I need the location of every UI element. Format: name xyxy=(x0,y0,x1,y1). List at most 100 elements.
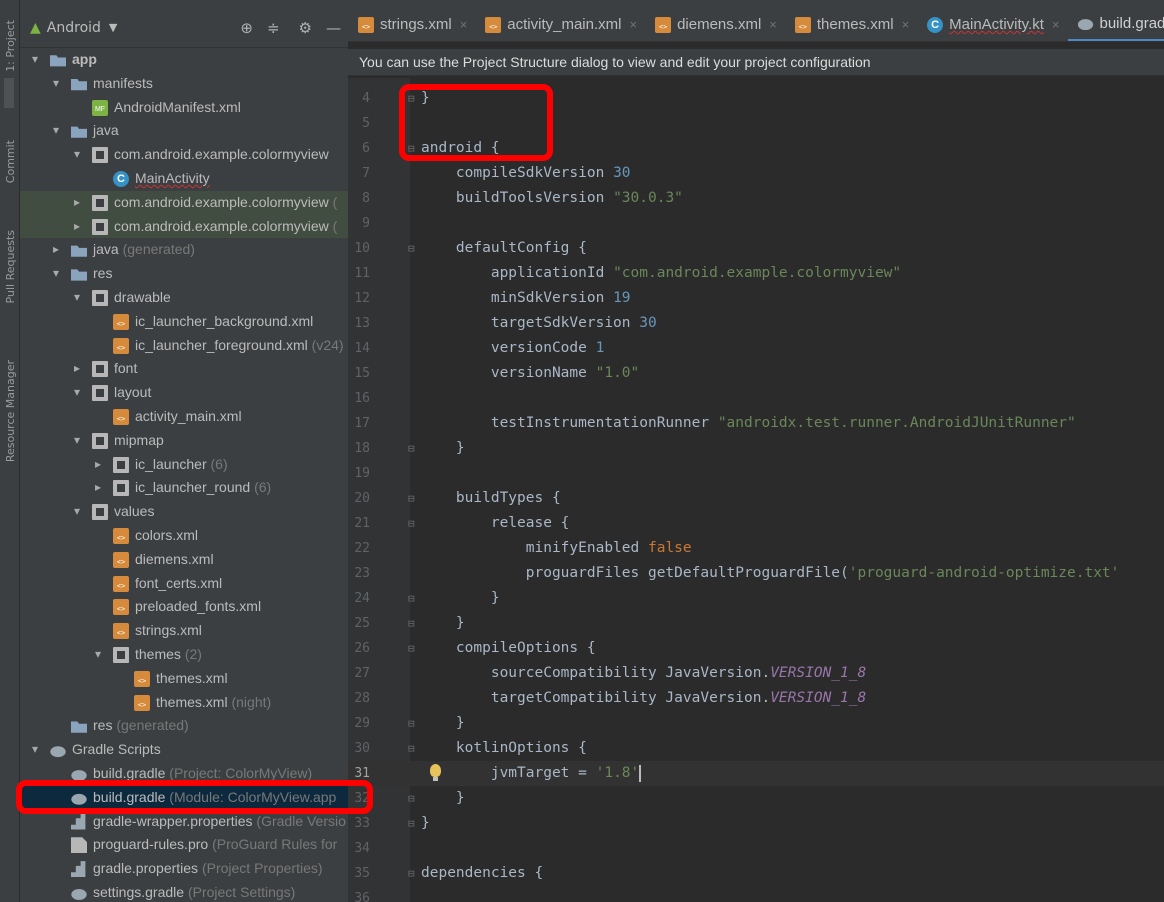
code-line[interactable]: 25 ⊟ } xyxy=(348,611,1164,636)
fold-marker-icon[interactable]: ⊟ xyxy=(408,136,415,161)
expand-arrow-icon[interactable]: ▾ xyxy=(70,286,84,310)
tree-item-gradle-properties[interactable]: gradle.properties (Project Properties) xyxy=(20,857,348,881)
view-selector[interactable]: Android xyxy=(47,20,101,36)
tree-item-activity-main-xml[interactable]: activity_main.xml xyxy=(20,405,348,429)
code-line[interactable]: 33 ⊟} xyxy=(348,811,1164,836)
tree-item-ic-launcher-foreground-xml[interactable]: ic_launcher_foreground.xml (v24) xyxy=(20,334,348,358)
code-line[interactable]: 22 minifyEnabled false xyxy=(348,536,1164,561)
commit-tool-tab[interactable]: Commit xyxy=(4,140,17,183)
tree-item-ic-launcher[interactable]: ▸ ic_launcher (6) xyxy=(20,453,348,477)
code-line[interactable]: 6 ⊟ android { xyxy=(348,136,1164,161)
tree-item-diemens-xml[interactable]: diemens.xml xyxy=(20,548,348,572)
code-line[interactable]: 26 ⊟ compileOptions { xyxy=(348,636,1164,661)
tree-item-themes[interactable]: ▾ themes (2) xyxy=(20,643,348,667)
code-line[interactable]: 18 ⊟ } xyxy=(348,436,1164,461)
hide-icon[interactable]: — xyxy=(326,19,341,37)
code-line[interactable]: 11 applicationId "com.android.example.co… xyxy=(348,261,1164,286)
pull-requests-tool-tab[interactable]: Pull Requests xyxy=(4,230,17,303)
tree-item-values[interactable]: ▾ values xyxy=(20,500,348,524)
expand-arrow-icon[interactable]: ▾ xyxy=(49,119,63,143)
resource-manager-tool-tab[interactable]: Resource Manager xyxy=(4,360,17,462)
expand-arrow-icon[interactable]: ▾ xyxy=(70,381,84,405)
tree-item-build-gradle[interactable]: build.gradle (Project: ColorMyView) xyxy=(20,762,348,786)
expand-arrow-icon[interactable]: ▾ xyxy=(28,738,42,762)
tree-item-build-gradle[interactable]: build.gradle (Module: ColorMyView.app xyxy=(20,785,348,810)
expand-arrow-icon[interactable]: ▾ xyxy=(70,429,84,453)
fold-marker-icon[interactable]: ⊟ xyxy=(408,511,415,536)
expand-arrow-icon[interactable]: ▾ xyxy=(49,262,63,286)
tree-item-layout[interactable]: ▾ layout xyxy=(20,381,348,405)
code-line[interactable]: 14 versionCode 1 xyxy=(348,336,1164,361)
tree-item-font-certs-xml[interactable]: font_certs.xml xyxy=(20,572,348,596)
tree-item-mipmap[interactable]: ▾ mipmap xyxy=(20,429,348,453)
fold-marker-icon[interactable]: ⊟ xyxy=(408,786,415,811)
tree-item-themes-xml[interactable]: themes.xml (night) xyxy=(20,691,348,715)
collapse-arrow-icon[interactable]: ▸ xyxy=(70,215,84,239)
tree-item-font[interactable]: ▸ font xyxy=(20,357,348,381)
tree-item-colors-xml[interactable]: colors.xml xyxy=(20,524,348,548)
fold-marker-icon[interactable]: ⊟ xyxy=(408,86,415,111)
tree-item-strings-xml[interactable]: strings.xml xyxy=(20,619,348,643)
fold-marker-icon[interactable]: ⊟ xyxy=(408,736,415,761)
expand-arrow-icon[interactable]: ▾ xyxy=(91,643,105,667)
tree-item-proguard-rules-pro[interactable]: proguard-rules.pro (ProGuard Rules for xyxy=(20,833,348,857)
expand-arrow-icon[interactable]: ▾ xyxy=(49,72,63,96)
tree-item-ic-launcher-round[interactable]: ▸ ic_launcher_round (6) xyxy=(20,476,348,500)
fold-marker-icon[interactable]: ⊟ xyxy=(408,236,415,261)
collapse-arrow-icon[interactable]: ▸ xyxy=(70,191,84,215)
code-editor[interactable]: 4 ⊟} 5 6 ⊟ android {7 compileSdkVersion 30 8 b… xyxy=(348,8,1164,902)
code-line[interactable]: 15 versionName "1.0" xyxy=(348,361,1164,386)
code-line[interactable]: 29 ⊟ } xyxy=(348,711,1164,736)
fold-marker-icon[interactable]: ⊟ xyxy=(408,611,415,636)
tree-item-gradle-scripts[interactable]: ▾ Gradle Scripts xyxy=(20,738,348,762)
fold-marker-icon[interactable]: ⊟ xyxy=(408,811,415,836)
code-line[interactable]: 27 sourceCompatibility JavaVersion.VERSI… xyxy=(348,661,1164,686)
expand-arrow-icon[interactable]: ▾ xyxy=(28,48,42,72)
fold-marker-icon[interactable]: ⊟ xyxy=(408,636,415,661)
expand-arrow-icon[interactable]: ▾ xyxy=(70,143,84,167)
collapse-arrow-icon[interactable]: ▸ xyxy=(70,357,84,381)
tree-item-java[interactable]: ▸ java (generated) xyxy=(20,238,348,262)
code-line[interactable]: 35 ⊟ dependencies { xyxy=(348,861,1164,886)
tree-item-androidmanifest-xml[interactable]: AndroidManifest.xml xyxy=(20,96,348,120)
code-line[interactable]: 31 jvmTarget = '1.8' xyxy=(348,761,1164,786)
project-tool-tab[interactable]: 1: Project xyxy=(4,20,17,72)
tree-item-java[interactable]: ▾ java xyxy=(20,119,348,143)
tree-item-mainactivity[interactable]: MainActivity xyxy=(20,167,348,191)
code-line[interactable]: 7 compileSdkVersion 30 xyxy=(348,161,1164,186)
code-line[interactable]: 9 xyxy=(348,211,1164,236)
fold-marker-icon[interactable]: ⊟ xyxy=(408,486,415,511)
fold-marker-icon[interactable]: ⊟ xyxy=(408,586,415,611)
tree-item-com-android-example-colormyview[interactable]: ▾ com.android.example.colormyview xyxy=(20,143,348,167)
tree-item-themes-xml[interactable]: themes.xml xyxy=(20,667,348,691)
collapse-arrow-icon[interactable]: ▸ xyxy=(91,453,105,477)
code-line[interactable]: 30 ⊟ kotlinOptions { xyxy=(348,736,1164,761)
tree-item-settings-gradle[interactable]: settings.gradle (Project Settings) xyxy=(20,881,348,902)
tree-item-res[interactable]: ▾ res xyxy=(20,262,348,286)
tree-item-drawable[interactable]: ▾ drawable xyxy=(20,286,348,310)
fold-marker-icon[interactable]: ⊟ xyxy=(408,861,415,886)
locate-icon[interactable]: ⊕ xyxy=(240,19,253,37)
chevron-down-icon[interactable]: ▼ xyxy=(109,21,117,34)
collapse-all-icon[interactable]: ≑ xyxy=(267,19,280,37)
code-line[interactable]: 19 xyxy=(348,461,1164,486)
tree-item-com-android-example-colormyview[interactable]: ▸ com.android.example.colormyview ( xyxy=(20,190,348,215)
code-line[interactable]: 16 xyxy=(348,386,1164,411)
tree-item-com-android-example-colormyview[interactable]: ▸ com.android.example.colormyview ( xyxy=(20,214,348,239)
code-line[interactable]: 24 ⊟ } xyxy=(348,586,1164,611)
code-line[interactable]: 12 minSdkVersion 19 xyxy=(348,286,1164,311)
code-line[interactable]: 21 ⊟ release { xyxy=(348,511,1164,536)
tree-item-preloaded-fonts-xml[interactable]: preloaded_fonts.xml xyxy=(20,595,348,619)
expand-arrow-icon[interactable]: ▾ xyxy=(70,500,84,524)
code-line[interactable]: 36 xyxy=(348,886,1164,902)
collapse-arrow-icon[interactable]: ▸ xyxy=(49,238,63,262)
gear-icon[interactable]: ⚙ xyxy=(299,19,312,37)
fold-marker-icon[interactable]: ⊟ xyxy=(408,711,415,736)
code-line[interactable]: 8 buildToolsVersion "30.0.3" xyxy=(348,186,1164,211)
code-line[interactable]: 17 testInstrumentationRunner "androidx.t… xyxy=(348,411,1164,436)
collapse-arrow-icon[interactable]: ▸ xyxy=(91,476,105,500)
tree-item-res[interactable]: res (generated) xyxy=(20,714,348,738)
tree-item-ic-launcher-background-xml[interactable]: ic_launcher_background.xml xyxy=(20,310,348,334)
tree-item-app[interactable]: ▾ app xyxy=(20,48,348,72)
code-line[interactable]: 4 ⊟} xyxy=(348,86,1164,111)
